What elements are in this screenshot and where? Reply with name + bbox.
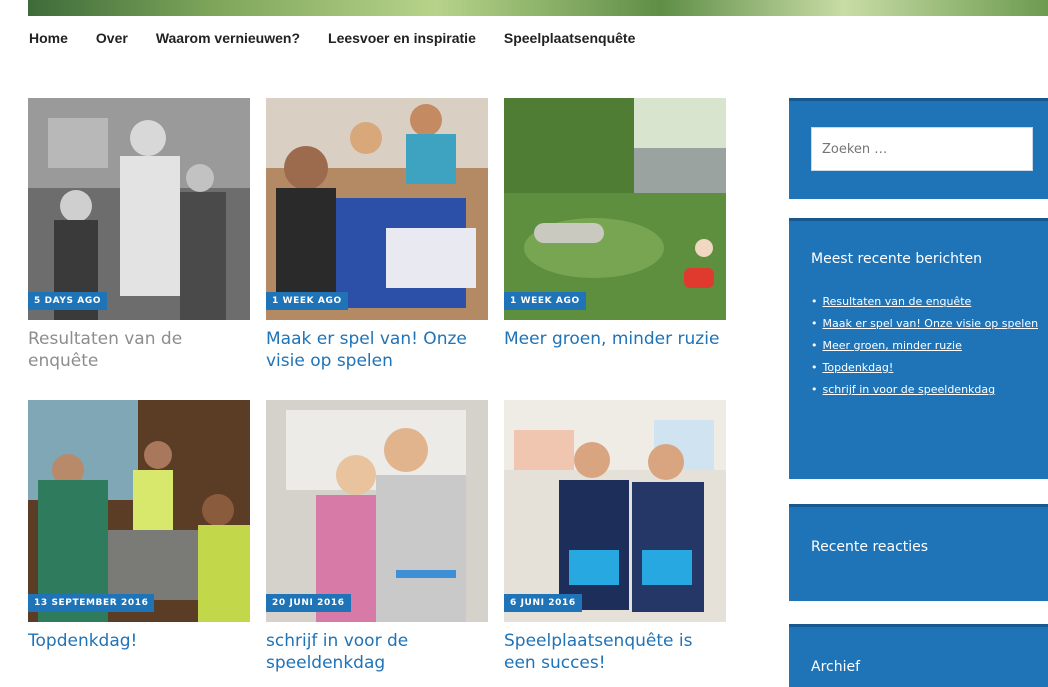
post-card: 1 WEEK AGO Meer groen, minder ruzie bbox=[504, 98, 726, 350]
post-date-badge: 6 JUNI 2016 bbox=[504, 594, 582, 612]
photo-placeholder bbox=[28, 98, 250, 320]
list-item: • schrijf in voor de speeldenkdag bbox=[811, 382, 1039, 397]
bullet-icon: • bbox=[811, 295, 818, 308]
list-item: • Maak er spel van! Onze visie op spelen bbox=[811, 316, 1039, 331]
main-navigation: Home Over Waarom vernieuwen? Leesvoer en… bbox=[29, 30, 663, 52]
photo-placeholder bbox=[504, 400, 726, 622]
post-title[interactable]: Resultaten van de enquête bbox=[28, 328, 250, 372]
photo-placeholder bbox=[266, 400, 488, 622]
post-date-badge: 13 SEPTEMBER 2016 bbox=[28, 594, 155, 612]
widget-title: Meest recente berichten bbox=[811, 251, 983, 267]
recent-post-link[interactable]: Resultaten van de enquête bbox=[823, 295, 972, 308]
list-item: • Topdenkdag! bbox=[811, 360, 1039, 375]
nav-item-waarom-vernieuwen[interactable]: Waarom vernieuwen? bbox=[156, 30, 300, 52]
recent-posts-list: • Resultaten van de enquête • Maak er spel… bbox=[811, 294, 1039, 404]
bullet-icon: • bbox=[811, 317, 818, 330]
recent-posts-widget: Meest recente berichten • Resultaten van … bbox=[789, 218, 1048, 479]
search-input[interactable] bbox=[811, 127, 1033, 171]
post-title[interactable]: Topdenkdag! bbox=[28, 630, 250, 652]
post-thumbnail[interactable]: 13 SEPTEMBER 2016 bbox=[28, 400, 250, 622]
archive-widget: Archief bbox=[789, 624, 1048, 687]
photo-placeholder bbox=[28, 400, 250, 622]
bullet-icon: • bbox=[811, 383, 818, 396]
nav-item-speelplaatsenquete[interactable]: Speelplaatsenquête bbox=[504, 30, 636, 52]
header-banner-image bbox=[28, 0, 1048, 16]
post-date-badge: 5 DAYS AGO bbox=[28, 292, 108, 310]
post-title[interactable]: Meer groen, minder ruzie bbox=[504, 328, 726, 350]
search-widget bbox=[789, 98, 1048, 199]
photo-placeholder bbox=[504, 98, 726, 320]
list-item: • Meer groen, minder ruzie bbox=[811, 338, 1039, 353]
post-date-badge: 20 JUNI 2016 bbox=[266, 594, 351, 612]
nav-item-over[interactable]: Over bbox=[96, 30, 128, 52]
post-date-badge: 1 WEEK AGO bbox=[266, 292, 348, 310]
post-thumbnail[interactable]: 5 DAYS AGO bbox=[28, 98, 250, 320]
recent-post-link[interactable]: Meer groen, minder ruzie bbox=[823, 339, 962, 352]
post-card: 5 DAYS AGO Resultaten van de enquête bbox=[28, 98, 250, 372]
post-thumbnail[interactable]: 1 WEEK AGO bbox=[266, 98, 488, 320]
post-date-badge: 1 WEEK AGO bbox=[504, 292, 586, 310]
post-grid: 5 DAYS AGO Resultaten van de enquête 1 W… bbox=[28, 98, 728, 678]
post-title[interactable]: Maak er spel van! Onze visie op spelen bbox=[266, 328, 488, 372]
post-card: 13 SEPTEMBER 2016 Topdenkdag! bbox=[28, 400, 250, 652]
post-card: 20 JUNI 2016 schrijf in voor de speelden… bbox=[266, 400, 488, 674]
post-thumbnail[interactable]: 20 JUNI 2016 bbox=[266, 400, 488, 622]
post-thumbnail[interactable]: 6 JUNI 2016 bbox=[504, 400, 726, 622]
photo-placeholder bbox=[266, 98, 488, 320]
widget-title: Recente reacties bbox=[811, 539, 929, 555]
list-item: • Resultaten van de enquête bbox=[811, 294, 1039, 309]
recent-post-link[interactable]: Topdenkdag! bbox=[823, 361, 894, 374]
recent-comments-widget: Recente reacties bbox=[789, 504, 1048, 601]
bullet-icon: • bbox=[811, 361, 818, 374]
widget-title: Archief bbox=[811, 659, 861, 675]
post-card: 6 JUNI 2016 Speelplaatsenquête is een su… bbox=[504, 400, 726, 674]
post-title[interactable]: schrijf in voor de speeldenkdag bbox=[266, 630, 488, 674]
recent-post-link[interactable]: Maak er spel van! Onze visie op spelen bbox=[823, 317, 1039, 330]
post-card: 1 WEEK AGO Maak er spel van! Onze visie … bbox=[266, 98, 488, 372]
nav-item-home[interactable]: Home bbox=[29, 30, 68, 52]
post-thumbnail[interactable]: 1 WEEK AGO bbox=[504, 98, 726, 320]
bullet-icon: • bbox=[811, 339, 818, 352]
post-title[interactable]: Speelplaatsenquête is een succes! bbox=[504, 630, 726, 674]
recent-post-link[interactable]: schrijf in voor de speeldenkdag bbox=[823, 383, 996, 396]
nav-item-leesvoer[interactable]: Leesvoer en inspiratie bbox=[328, 30, 476, 52]
